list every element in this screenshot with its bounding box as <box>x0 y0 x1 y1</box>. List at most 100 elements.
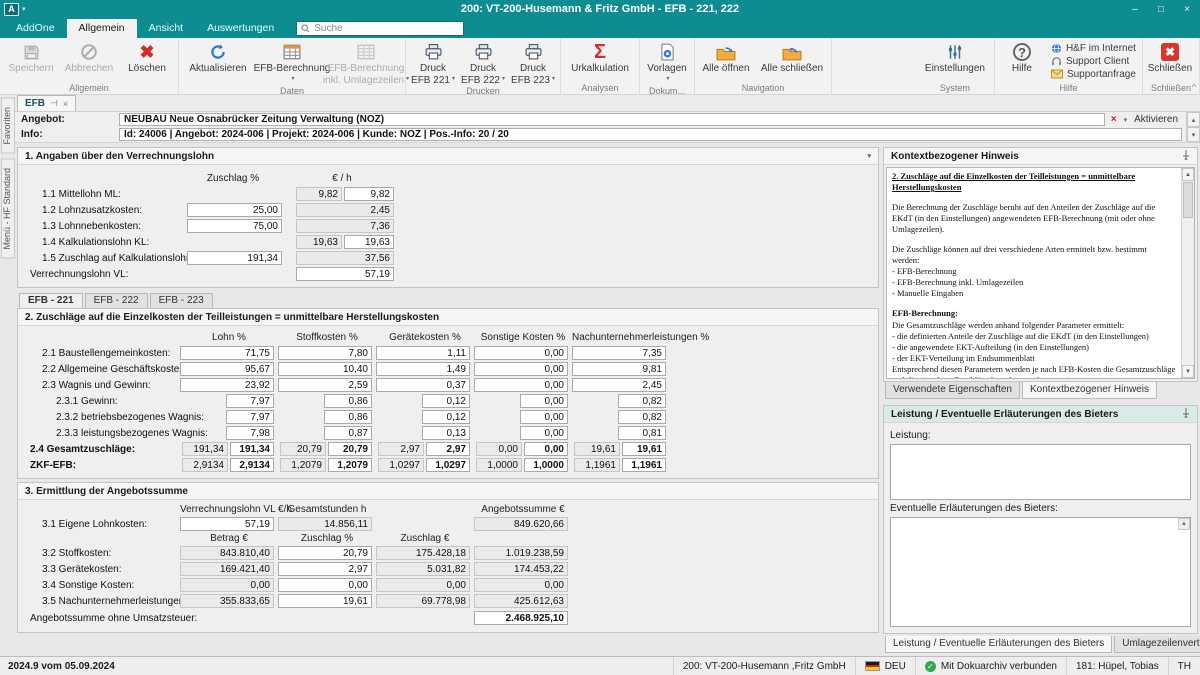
zuschlag-input[interactable] <box>226 426 274 440</box>
zuschlag-input[interactable] <box>180 362 274 376</box>
tab-efb-223[interactable]: EFB - 223 <box>150 293 213 308</box>
tab-efb-221[interactable]: EFB - 221 <box>19 293 83 308</box>
menu-hf-standard-vertical-tab[interactable]: Menü - HF Standard <box>1 159 15 259</box>
menu-allgemein[interactable]: Allgemein <box>67 19 137 38</box>
verrechnungslohn-input[interactable] <box>296 267 394 281</box>
menu-auswertungen[interactable]: Auswertungen <box>195 19 286 38</box>
tab-kontextbezogener-hinweis[interactable]: Kontextbezogener Hinweis <box>1022 382 1157 399</box>
efb-berechnung-umlage-button[interactable]: EFB-Berechnung inkl. Umlagezeilen▾ <box>329 39 403 86</box>
zuschlag-input[interactable] <box>618 410 666 424</box>
lohnneben-input[interactable] <box>187 219 282 233</box>
mittellohn-input[interactable] <box>344 187 394 201</box>
vorlagen-button[interactable]: Vorlagen ▾ <box>642 39 692 86</box>
supportanfrage-link[interactable]: Supportanfrage <box>1051 69 1136 80</box>
save-button[interactable]: Speichern <box>2 39 60 83</box>
menu-ansicht[interactable]: Ansicht <box>137 19 195 38</box>
ribbon-collapse-icon[interactable]: ^ <box>1192 82 1196 92</box>
zuschlag-input[interactable] <box>278 546 372 560</box>
zuschlag-input[interactable] <box>324 426 372 440</box>
kalkulationslohn-input[interactable] <box>344 235 394 249</box>
erlaeuterungen-textarea[interactable] <box>890 517 1191 627</box>
zuschlag-input[interactable] <box>422 426 470 440</box>
print-efb222-button[interactable]: Druck EFB 222▾ <box>458 39 508 86</box>
support-client-link[interactable]: Support Client <box>1051 56 1136 67</box>
refresh-button[interactable]: Aktualisieren <box>181 39 255 86</box>
scroll-thumb[interactable] <box>1183 182 1193 218</box>
zuschlag-input[interactable] <box>226 394 274 408</box>
angebot-input[interactable] <box>119 113 1105 126</box>
zuschlag-input[interactable] <box>422 394 470 408</box>
zuschlag-input[interactable] <box>324 410 372 424</box>
pin-icon[interactable] <box>1182 150 1190 163</box>
cancel-button[interactable]: Abbrechen <box>60 39 118 83</box>
zuschlag-input[interactable] <box>278 594 372 608</box>
close-tab-icon[interactable]: × <box>63 99 68 109</box>
alle-oeffnen-button[interactable]: Alle öffnen <box>697 39 755 83</box>
urkalkulation-button[interactable]: Σ Urkalkulation <box>563 39 637 83</box>
maximize-button[interactable]: □ <box>1148 0 1174 18</box>
aktivieren-link[interactable]: Aktivieren <box>1134 114 1178 125</box>
zuschlag-input[interactable] <box>376 346 470 360</box>
scroll-up-icon[interactable]: ▴ <box>1187 112 1200 127</box>
close-window-button[interactable]: × <box>1174 0 1200 18</box>
leistung-textarea[interactable] <box>890 444 1191 500</box>
pin-icon[interactable] <box>1182 408 1190 421</box>
zuschlag-input[interactable] <box>520 426 568 440</box>
scroll-up-icon[interactable]: ▲ <box>1178 518 1190 530</box>
zuschlag-input[interactable] <box>474 378 568 392</box>
scroll-down-icon[interactable]: ▼ <box>1182 365 1194 378</box>
zuschlag-input[interactable] <box>422 410 470 424</box>
lohnzusatz-input[interactable] <box>187 203 282 217</box>
zuschlag-input[interactable] <box>474 346 568 360</box>
tab-umlagezeilenverteilung-soko[interactable]: Umlagezeilenverteilung SoKo <box>1114 636 1200 653</box>
zuschlag-input[interactable] <box>520 410 568 424</box>
pin-icon[interactable]: ⊣ <box>50 98 58 109</box>
app-logo-icon[interactable]: A <box>4 3 19 16</box>
scroll-down-icon[interactable]: ▾ <box>1187 127 1200 142</box>
einstellungen-button[interactable]: Einstellungen <box>918 39 992 83</box>
zuschlag-input[interactable] <box>278 362 372 376</box>
zuschlag-input[interactable] <box>278 578 372 592</box>
vl-input[interactable] <box>180 517 274 531</box>
app-logo-caret-icon[interactable]: ▾ <box>22 5 26 13</box>
scroll-up-icon[interactable]: ▲ <box>1182 168 1194 181</box>
dropdown-caret-icon[interactable]: ▾ <box>1124 116 1128 124</box>
zuschlag-input[interactable] <box>278 562 372 576</box>
zuschlag-input[interactable] <box>180 346 274 360</box>
zuschlag-input[interactable] <box>376 362 470 376</box>
zuschlag-input[interactable] <box>324 394 372 408</box>
zuschlag-input[interactable] <box>226 410 274 424</box>
collapse-chevron-icon[interactable]: ▾ <box>867 152 871 160</box>
menu-addone[interactable]: AddOne <box>4 19 67 38</box>
print-efb223-button[interactable]: Druck EFB 223▾ <box>508 39 558 86</box>
zuschlag-input[interactable] <box>376 378 470 392</box>
language-segment[interactable]: DEU <box>855 657 915 675</box>
alle-schliessen-button[interactable]: Alle schließen <box>755 39 829 83</box>
zuschlag-input[interactable] <box>572 362 666 376</box>
efb-berechnung-button[interactable]: EFB-Berechnung ▾ <box>255 39 329 86</box>
search-box[interactable]: Suche <box>296 21 464 36</box>
zuschlag-input[interactable] <box>278 378 372 392</box>
zuschlag-input[interactable] <box>278 346 372 360</box>
zuschlag-input[interactable] <box>474 362 568 376</box>
delete-button[interactable]: ✖ Löschen <box>118 39 176 83</box>
print-efb221-button[interactable]: Druck EFB 221▾ <box>408 39 458 86</box>
schliessen-button[interactable]: ✖ Schließen <box>1145 39 1195 83</box>
zuschlag-input[interactable] <box>572 346 666 360</box>
minimize-button[interactable]: – <box>1122 0 1148 18</box>
favoriten-vertical-tab[interactable]: Favoriten <box>1 98 15 154</box>
zuschlag-input[interactable] <box>180 378 274 392</box>
zuschlag-input[interactable] <box>618 426 666 440</box>
efb-document-tab[interactable]: EFB ⊣ × <box>17 95 76 111</box>
zuschlag-input[interactable] <box>520 394 568 408</box>
hilfe-button[interactable]: ? Hilfe <box>997 39 1047 83</box>
zuschlag-input[interactable] <box>572 378 666 392</box>
zuschlag-kl-input[interactable] <box>187 251 282 265</box>
zuschlag-input[interactable] <box>618 394 666 408</box>
hf-internet-link[interactable]: H&F im Internet <box>1051 43 1136 54</box>
tab-efb-222[interactable]: EFB - 222 <box>85 293 148 308</box>
hint-scrollbar[interactable]: ▲ ▼ <box>1181 168 1194 378</box>
clear-icon[interactable]: × <box>1111 114 1117 125</box>
tab-leistung-erlaeuterungen[interactable]: Leistung / Eventuelle Erläuterungen des … <box>885 636 1112 653</box>
tab-verwendete-eigenschaften[interactable]: Verwendete Eigenschaften <box>885 382 1020 399</box>
